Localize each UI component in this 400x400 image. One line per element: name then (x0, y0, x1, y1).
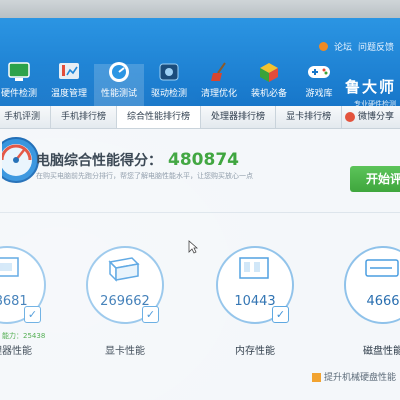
disk-score-label: 磁盘性能 (363, 346, 400, 357)
divider (0, 212, 400, 213)
nav-performance[interactable]: 性能测试 (94, 62, 144, 106)
memory-score-label: 内存性能 (235, 346, 275, 357)
driver-chip-icon (154, 60, 184, 84)
weibo-share-label: 微博分享 (357, 112, 394, 122)
total-score: 电脑综合性能得分： 480874 (36, 150, 239, 170)
weibo-share-button[interactable]: 微博分享 (344, 106, 394, 128)
memory-icon (239, 257, 269, 279)
tab-cpu-ranking[interactable]: 处理器排行榜 (201, 106, 277, 128)
start-test-button[interactable]: 开始评测 (350, 166, 400, 192)
nav-cleanup-label: 清理优化 (200, 89, 237, 99)
performance-gauge-icon (104, 60, 134, 84)
nav-software[interactable]: 装机必备 (244, 63, 294, 106)
main-nav: 硬件检测 温度管理 性能测试 驱动检测 清理优化 装机必备 游戏库 (0, 62, 344, 106)
forum-link[interactable]: 论坛 (334, 40, 352, 53)
gpu-check-icon[interactable]: ✓ (142, 306, 159, 323)
brand: 鲁大师 专业硬件检测 (345, 76, 396, 109)
sub-tabs: 手机评测 手机排行榜 综合性能排行榜 处理器排行榜 显卡排行榜 微博分享 (0, 106, 400, 129)
hardware-check-icon (4, 60, 34, 84)
tab-gpu-ranking[interactable]: 显卡排行榜 (276, 106, 343, 128)
hdd-upgrade-link[interactable]: 提升机械硬盘性能 (312, 370, 396, 383)
nav-temperature[interactable]: 温度管理 (44, 63, 94, 106)
disk-score-card[interactable]: 4666 ✓ 磁盘性能 (344, 246, 400, 357)
monitor-bezel (0, 0, 400, 18)
feedback-link[interactable]: 问题反馈 (358, 40, 394, 53)
tab-phone-ranking[interactable]: 手机排行榜 (51, 106, 118, 128)
cube-icon (254, 60, 284, 84)
hdd-upgrade-label: 提升机械硬盘性能 (324, 373, 397, 383)
top-links: 论坛 问题反馈 (318, 40, 394, 53)
cpu-score-label: 处理器性能 (0, 346, 32, 357)
nav-games-label: 游戏库 (305, 89, 333, 99)
memory-check-icon[interactable]: ✓ (272, 306, 289, 323)
total-score-label: 电脑综合性能得分： (36, 153, 162, 169)
user-icon[interactable] (318, 42, 328, 51)
hdd-tip-icon (312, 373, 321, 382)
cpu-sub-score: 能力：25438 (2, 332, 46, 340)
nav-temperature-label: 温度管理 (50, 89, 87, 99)
top-bar: 论坛 问题反馈 硬件检测 温度管理 性能测试 驱动检测 清理优化 装机必备 游戏… (0, 18, 400, 109)
gpu-icon (108, 257, 140, 282)
disk-score-value: 4666 (366, 294, 400, 309)
tab-overall-ranking[interactable]: 综合性能排行榜 (117, 106, 202, 128)
gpu-score-label: 显卡性能 (105, 346, 145, 357)
gamepad-icon (304, 60, 334, 84)
score-description: 在购买电脑前先跑分排行，帮您了解电脑性能水平，让您购买放心一点 (36, 172, 253, 180)
nav-software-label: 装机必备 (250, 89, 287, 99)
nav-driver[interactable]: 驱动检测 (144, 63, 194, 106)
nav-hardware-check-label: 硬件检测 (0, 89, 37, 99)
nav-hardware-check[interactable]: 硬件检测 (0, 62, 44, 106)
weibo-icon (344, 111, 355, 122)
brand-name: 鲁大师 (344, 78, 396, 96)
tab-phone-review[interactable]: 手机评测 (0, 106, 52, 128)
memory-score-card[interactable]: 10443 ✓ 内存性能 (216, 246, 294, 357)
disk-icon (365, 259, 399, 277)
nav-cleanup[interactable]: 清理优化 (194, 62, 244, 106)
gpu-score-card[interactable]: 269662 ✓ 显卡性能 (86, 246, 164, 357)
temperature-icon (54, 60, 84, 84)
cpu-icon (0, 257, 19, 277)
nav-driver-label: 驱动检测 (150, 89, 187, 99)
app-window: 论坛 问题反馈 硬件检测 温度管理 性能测试 驱动检测 清理优化 装机必备 游戏… (0, 18, 400, 400)
cpu-score-card[interactable]: 48681 ✓ 处理器性能 (0, 246, 46, 357)
total-score-value: 480874 (168, 150, 239, 170)
nav-games[interactable]: 游戏库 (294, 64, 344, 106)
nav-performance-label: 性能测试 (100, 89, 137, 99)
mouse-cursor-icon (188, 240, 198, 254)
cpu-check-icon[interactable]: ✓ (24, 306, 41, 323)
broom-icon (204, 60, 234, 84)
